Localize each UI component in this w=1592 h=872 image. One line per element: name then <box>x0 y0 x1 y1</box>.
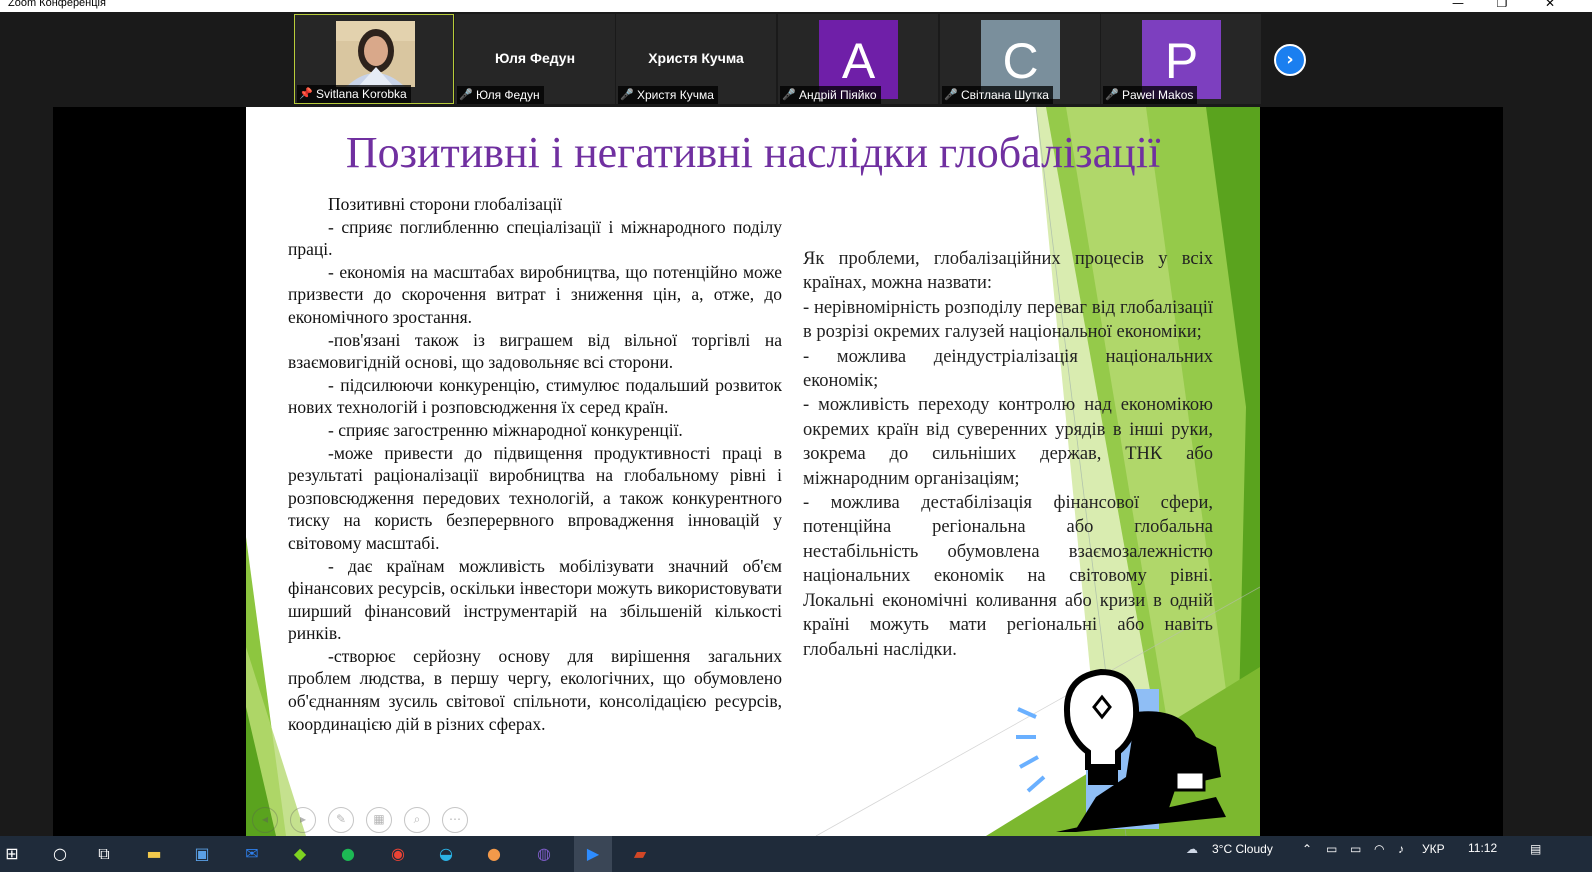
positive-sides-column: Позитивні сторони глобалізації - сприяє … <box>288 193 782 735</box>
slide-toolbar: ◂ ▸ ✎ ▦ ⌕ ⋯ <box>252 807 468 833</box>
next-participants-button[interactable]: › <box>1274 44 1306 76</box>
edge-icon[interactable]: ◒ <box>434 842 458 866</box>
list-item: - можливість переходу контролю над еконо… <box>803 395 1213 489</box>
notification-icon[interactable]: ▤ <box>1530 842 1541 856</box>
participant-tile[interactable]: C 🎤 Світлана Шутка <box>940 14 1100 104</box>
window-titlebar: Zoom Конференція — ❐ ✕ <box>0 0 1592 12</box>
participant-name: Pawel Makos <box>1122 88 1194 102</box>
participant-name: Андрій Піяйко <box>799 88 877 102</box>
zoom-icon: ⌕ <box>413 812 421 826</box>
positive-sides-heading: Позитивні сторони глобалізації <box>328 194 563 214</box>
pen-button[interactable]: ✎ <box>328 807 354 833</box>
participant-name: Христя Кучма <box>637 88 714 102</box>
mic-muted-icon: 🎤 <box>1105 89 1119 101</box>
participant-nameplate: 🎤 Юля Федун <box>457 86 544 104</box>
zoom-button[interactable]: ⌕ <box>404 807 430 833</box>
weather-text[interactable]: 3°C Cloudy <box>1212 842 1273 856</box>
presentation-slide: Позитивні і негативні наслідки глобаліза… <box>246 107 1260 836</box>
participant-display-name: Христя Кучма <box>648 50 744 66</box>
pin-icon: 📌 <box>299 88 313 100</box>
list-item: -створює серйозну основу для вирішення з… <box>288 645 782 734</box>
task-view-icon[interactable]: ⧉ <box>92 842 116 866</box>
spotify-icon[interactable]: ● <box>336 842 360 866</box>
minimize-button[interactable]: — <box>1448 0 1468 10</box>
search-icon[interactable]: ○ <box>48 842 72 866</box>
slide-title: Позитивні і негативні наслідки глобаліза… <box>345 128 1161 177</box>
participant-tile[interactable]: 📌 Svitlana Korobka <box>294 14 454 104</box>
participant-nameplate: 🎤 Андрій Піяйко <box>780 86 881 104</box>
list-item: - підсилюючи конкуренцію, стимулює подал… <box>288 374 782 418</box>
list-item: -пов'язані також із виграшем від вільної… <box>288 329 782 373</box>
list-item: - можлива дестабілізація фінансової сфер… <box>803 493 1213 660</box>
maximize-button[interactable]: ❐ <box>1492 0 1512 10</box>
participant-tile[interactable]: A 🎤 Андрій Піяйко <box>778 14 938 104</box>
language-indicator[interactable]: УКР <box>1422 842 1445 856</box>
next-slide-button[interactable]: ▸ <box>290 807 316 833</box>
participant-nameplate: 🎤 Pawel Makos <box>1103 86 1198 104</box>
close-button[interactable]: ✕ <box>1540 0 1560 10</box>
problems-column: Як проблеми, глобалізаційних процесів у … <box>803 247 1213 662</box>
participant-tile[interactable]: Христя Кучма 🎤 Христя Кучма <box>616 14 776 104</box>
participant-name: Svitlana Korobka <box>316 87 407 101</box>
chevron-right-icon: › <box>1286 49 1294 70</box>
powerpoint-icon[interactable]: ▰ <box>628 842 652 866</box>
mic-muted-icon: 🎤 <box>620 89 634 101</box>
participant-tile[interactable]: P 🎤 Pawel Makos <box>1101 14 1261 104</box>
file-explorer-icon[interactable]: ▬ <box>142 842 166 866</box>
chrome-icon[interactable]: ◉ <box>386 842 410 866</box>
volume-icon[interactable]: ♪ <box>1398 842 1404 856</box>
participant-name: Світлана Шутка <box>961 88 1049 102</box>
list-item: - можлива деіндустріалізація національни… <box>803 346 1213 392</box>
lightbulb-clipart <box>1016 668 1226 832</box>
slides-grid-button[interactable]: ▦ <box>366 807 392 833</box>
participant-video <box>336 21 415 87</box>
mic-muted-icon: 🎤 <box>459 89 473 101</box>
mic-muted-icon: 🎤 <box>782 89 796 101</box>
tray-chevron-icon[interactable]: ⌃ <box>1302 842 1312 856</box>
windows-taskbar: ⊞ ○ ⧉ ▬ ▣ ✉ ◆ ● ◉ ◒ ● ◍ ▶ ▰ ☁ 3°C Cloudy… <box>0 836 1592 872</box>
battery-icon[interactable]: ▭ <box>1350 842 1361 856</box>
store-icon[interactable]: ▣ <box>190 842 214 866</box>
more-button[interactable]: ⋯ <box>442 807 468 833</box>
zoom-icon[interactable]: ▶ <box>581 842 605 866</box>
shared-screen: Позитивні і негативні наслідки глобаліза… <box>53 107 1503 836</box>
app2-icon[interactable]: ● <box>482 842 506 866</box>
list-item: - економія на масштабах виробництва, що … <box>288 261 782 327</box>
list-item: - дає країнам можливість мобілізувати зн… <box>288 555 782 644</box>
mail-icon[interactable]: ✉ <box>240 842 264 866</box>
viber-icon[interactable]: ◍ <box>532 842 556 866</box>
clock-time[interactable]: 11:12 <box>1468 841 1497 855</box>
list-item: - сприяє загостренню міжнародної конкуре… <box>328 419 683 440</box>
participant-nameplate: 🎤 Христя Кучма <box>618 86 718 104</box>
app-icon[interactable]: ◆ <box>288 842 312 866</box>
wifi-icon[interactable]: ◠ <box>1374 842 1384 856</box>
list-item: - сприяє поглибленню спеціалізації і між… <box>288 216 782 260</box>
prev-slide-button[interactable]: ◂ <box>252 807 278 833</box>
participant-tile[interactable]: Юля Федун 🎤 Юля Федун <box>455 14 615 104</box>
windows-start-icon[interactable]: ⊞ <box>0 842 24 866</box>
list-item: -може привести до підвищення продуктивно… <box>288 442 782 553</box>
participant-nameplate: 🎤 Світлана Шутка <box>942 86 1053 104</box>
prev-slide-icon: ◂ <box>261 812 269 826</box>
pen-icon: ✎ <box>335 812 347 826</box>
more-icon: ⋯ <box>449 812 461 826</box>
participant-strip: 📌 Svitlana Korobka Юля Федун 🎤 Юля Федун… <box>0 12 1592 105</box>
participant-name: Юля Федун <box>476 88 540 102</box>
weather-icon: ☁ <box>1186 842 1198 856</box>
window-title: Zoom Конференція <box>8 0 106 9</box>
network-icon[interactable]: ▭ <box>1326 842 1337 856</box>
list-item: - нерівномірність розподілу переваг від … <box>803 297 1213 343</box>
participant-display-name: Юля Федун <box>494 50 576 66</box>
problems-intro: Як проблеми, глобалізаційних процесів у … <box>803 249 1213 294</box>
slides-grid-icon: ▦ <box>373 812 385 826</box>
mic-muted-icon: 🎤 <box>944 89 958 101</box>
next-slide-icon: ▸ <box>299 812 307 826</box>
participant-nameplate: 📌 Svitlana Korobka <box>297 85 411 103</box>
